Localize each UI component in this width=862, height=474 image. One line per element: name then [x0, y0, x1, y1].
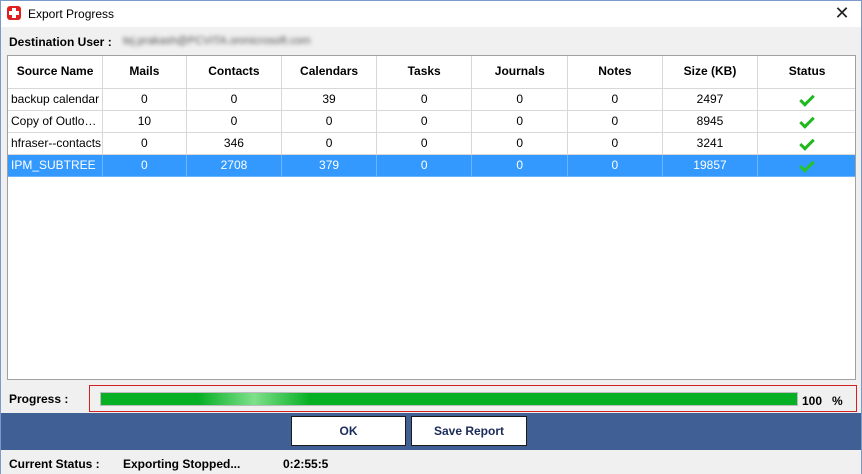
progress-row: Progress : 100 %: [1, 383, 861, 413]
ok-button[interactable]: OK: [291, 416, 406, 446]
column-header-source-name[interactable]: Source Name: [8, 56, 104, 89]
destination-value: tej.prakash@PCVITA.onmicrosoft.com: [123, 35, 311, 47]
progress-frame: 100 %: [89, 385, 857, 412]
save-report-button[interactable]: Save Report: [411, 416, 527, 446]
tasks-cell: 0: [376, 110, 473, 133]
title-bar: Export Progress ✕: [1, 1, 861, 27]
mails-cell: 0: [102, 132, 187, 155]
close-button[interactable]: ✕: [831, 3, 853, 23]
destination-label: Destination User :: [9, 35, 112, 49]
calendars-cell: 379: [281, 154, 377, 177]
tasks-cell: 0: [376, 132, 473, 155]
column-header-status[interactable]: Status: [757, 56, 855, 89]
notes-cell: 0: [567, 110, 663, 133]
source-name-cell: hfraser--contacts: [8, 132, 104, 155]
notes-cell: 0: [567, 132, 663, 155]
progress-label: Progress :: [9, 392, 69, 406]
tasks-cell: 0: [376, 154, 473, 177]
size-cell: 2497: [662, 88, 759, 111]
source-name-cell: Copy of Outlook Contacts: [8, 110, 104, 133]
journals-cell: 0: [471, 154, 569, 177]
status-cell: [757, 110, 855, 133]
contacts-cell: 0: [186, 88, 283, 111]
calendars-cell: 0: [281, 132, 377, 155]
column-header-size[interactable]: Size (KB): [662, 56, 759, 89]
contacts-cell: 346: [186, 132, 283, 155]
check-icon: [799, 135, 815, 151]
journals-cell: 0: [471, 132, 569, 155]
destination-row: Destination User : tej.prakash@PCVITA.on…: [1, 28, 861, 54]
table-row[interactable]: hfraser--contacts 0 346 0 0 0 0 3241: [8, 132, 855, 155]
current-status-label: Current Status :: [9, 457, 100, 471]
table-row[interactable]: backup calendar 0 0 39 0 0 0 2497: [8, 88, 855, 111]
size-cell: 3241: [662, 132, 759, 155]
source-name-cell: backup calendar: [8, 88, 104, 111]
export-progress-window: Export Progress ✕ Destination User : tej…: [0, 0, 862, 474]
status-bar: Current Status : Exporting Stopped... 0:…: [1, 450, 861, 474]
calendars-cell: 0: [281, 110, 377, 133]
elapsed-time: 0:2:55:5: [283, 457, 329, 471]
journals-cell: 0: [471, 88, 569, 111]
button-bar: OK Save Report: [1, 413, 861, 450]
progress-unit: %: [832, 394, 843, 408]
status-cell: [757, 154, 855, 177]
size-cell: 19857: [662, 154, 759, 177]
source-name-cell: IPM_SUBTREE: [8, 154, 104, 177]
check-icon: [799, 157, 815, 173]
table-row-selected[interactable]: IPM_SUBTREE 0 2708 379 0 0 0 19857: [8, 154, 855, 177]
mails-cell: 0: [102, 88, 187, 111]
mails-cell: 0: [102, 154, 187, 177]
contacts-cell: 2708: [186, 154, 283, 177]
column-header-contacts[interactable]: Contacts: [186, 56, 283, 89]
tasks-cell: 0: [376, 88, 473, 111]
check-icon: [799, 113, 815, 129]
column-header-mails[interactable]: Mails: [102, 56, 187, 89]
journals-cell: 0: [471, 110, 569, 133]
export-table: Source Name Mails Contacts Calendars Tas…: [7, 55, 856, 380]
notes-cell: 0: [567, 154, 663, 177]
status-cell: [757, 132, 855, 155]
notes-cell: 0: [567, 88, 663, 111]
column-header-journals[interactable]: Journals: [471, 56, 569, 89]
status-cell: [757, 88, 855, 111]
window-title: Export Progress: [28, 7, 115, 21]
current-status-text: Exporting Stopped...: [123, 457, 241, 471]
table-header-row: Source Name Mails Contacts Calendars Tas…: [8, 56, 855, 89]
progress-bar: [100, 392, 798, 406]
column-header-tasks[interactable]: Tasks: [376, 56, 473, 89]
mails-cell: 10: [102, 110, 187, 133]
table-row[interactable]: Copy of Outlook Contacts 10 0 0 0 0 0 89…: [8, 110, 855, 133]
contacts-cell: 0: [186, 110, 283, 133]
progress-value: 100: [802, 394, 823, 408]
column-header-calendars[interactable]: Calendars: [281, 56, 377, 89]
calendars-cell: 39: [281, 88, 377, 111]
progress-fill: [101, 393, 797, 405]
app-logo-icon: [7, 6, 21, 20]
check-icon: [799, 91, 815, 107]
column-header-notes[interactable]: Notes: [567, 56, 663, 89]
size-cell: 8945: [662, 110, 759, 133]
